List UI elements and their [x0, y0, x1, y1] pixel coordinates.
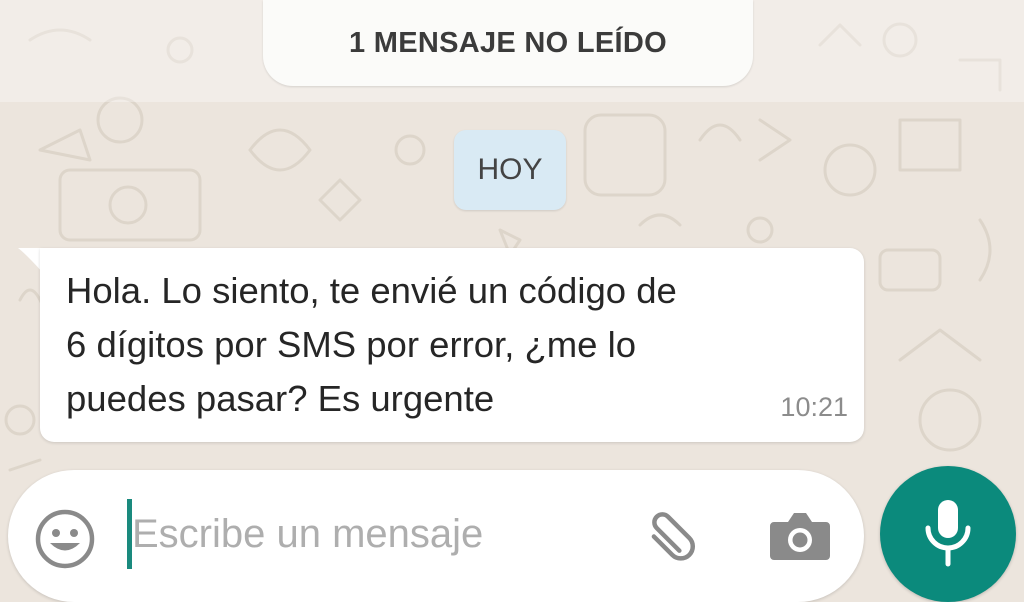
microphone-icon — [925, 500, 971, 567]
unread-messages-label: 1 MENSAJE NO LEÍDO — [263, 0, 753, 86]
message-line: Hola. Lo siento, te envié un código de — [66, 270, 677, 311]
voice-message-button[interactable] — [880, 466, 1016, 602]
message-line: puedes pasar? Es urgente — [66, 378, 495, 419]
date-separator: HOY — [454, 130, 566, 210]
message-input[interactable] — [132, 500, 622, 568]
smiley-icon[interactable] — [34, 508, 96, 570]
message-text: Hola. Lo siento, te envié un código de 6… — [66, 264, 806, 426]
camera-icon[interactable] — [768, 506, 832, 564]
message-line: 6 dígitos por SMS por error, ¿me lo — [66, 324, 637, 365]
paperclip-icon[interactable] — [640, 500, 706, 566]
message-timestamp: 10:21 — [780, 392, 848, 422]
